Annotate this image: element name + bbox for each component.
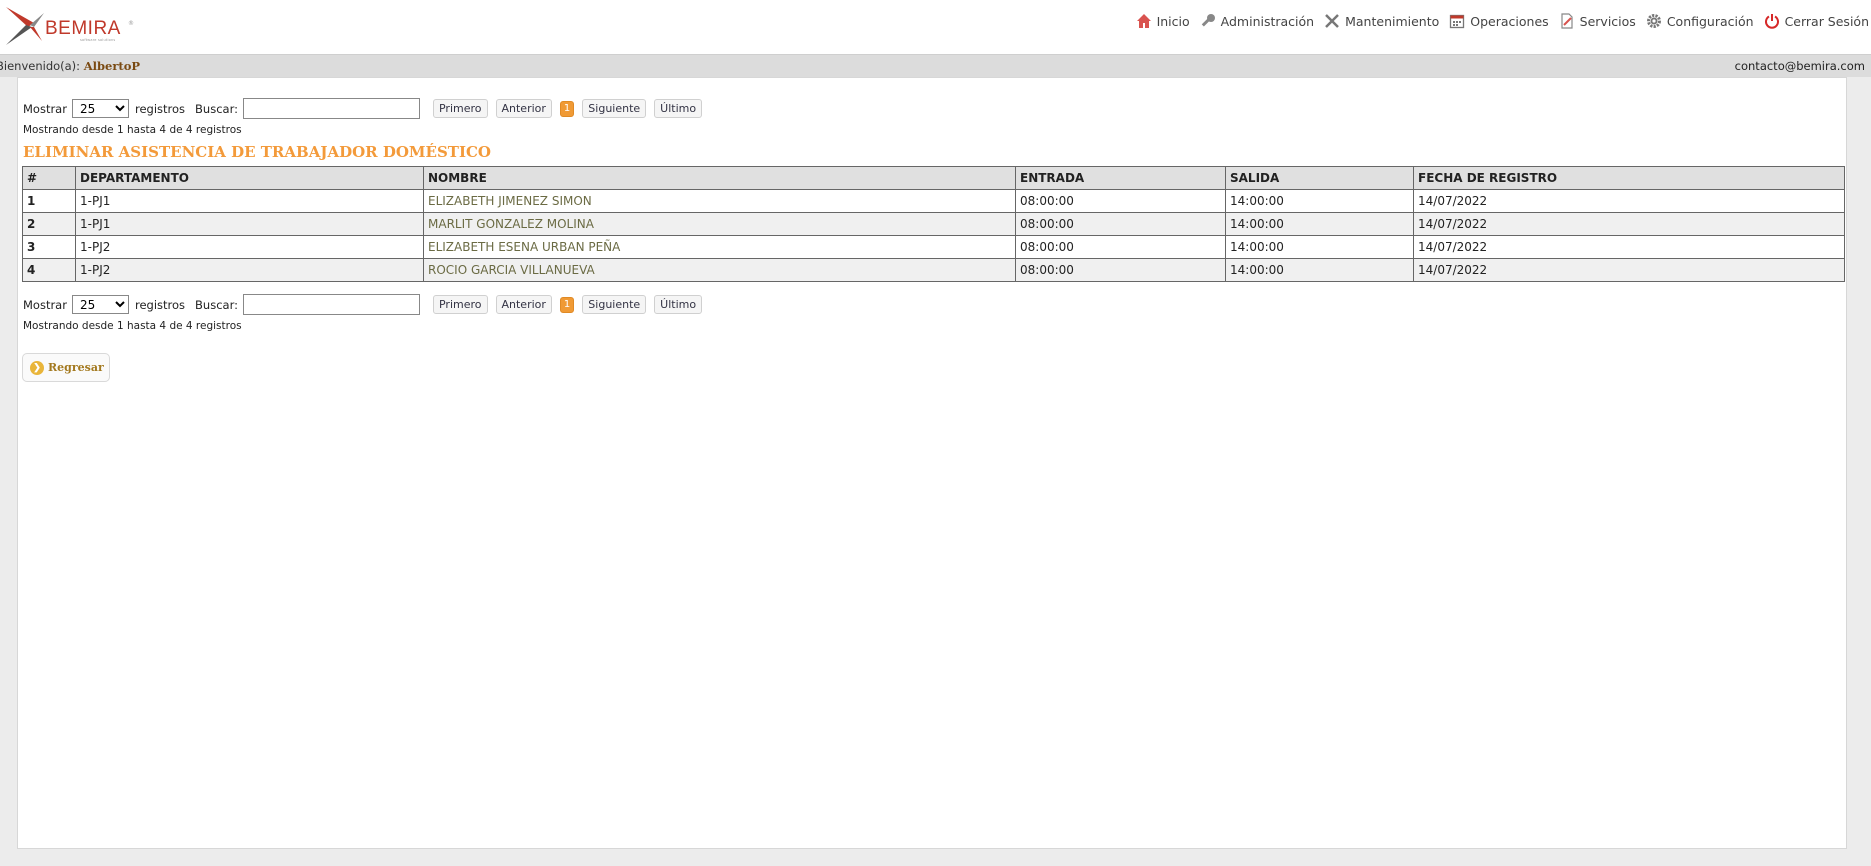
show-label: Mostrar (23, 297, 67, 312)
show-label: Mostrar (23, 101, 67, 116)
prev-page-button[interactable]: Anterior (495, 295, 552, 314)
last-page-button[interactable]: Último (654, 99, 703, 118)
exit-time-cell: 14:00:00 (1225, 189, 1414, 213)
department-cell: 1-PJ1 (75, 189, 424, 213)
nav-label: Operaciones (1470, 13, 1549, 29)
column-header[interactable]: DEPARTAMENTO (75, 166, 424, 190)
worker-name-link[interactable]: ROCIO GARCIA VILLANUEVA (423, 258, 1016, 282)
exit-time-cell: 14:00:00 (1225, 258, 1414, 282)
nav-label: Inicio (1156, 13, 1190, 29)
calendar-icon (1450, 14, 1465, 29)
power-icon (1764, 14, 1779, 29)
column-header[interactable]: FECHA DE REGISTRO (1413, 166, 1845, 190)
welcome-message: Bienvenido(a): AlbertoP (0, 59, 140, 73)
date-cell: 14/07/2022 (1413, 189, 1845, 213)
pagination-top: Primero Anterior 1 Siguiente Último (432, 99, 710, 118)
contact-email: contacto@bemira.com (1734, 59, 1865, 73)
search-input[interactable] (242, 98, 420, 119)
last-page-button[interactable]: Último (654, 295, 703, 314)
date-cell: 14/07/2022 (1413, 258, 1845, 282)
first-page-button[interactable]: Primero (432, 99, 488, 118)
page-title: ELIMINAR ASISTENCIA DE TRABAJADOR DOMÉST… (23, 143, 491, 161)
entry-time-cell: 08:00:00 (1015, 189, 1226, 213)
column-header[interactable]: NOMBRE (423, 166, 1016, 190)
nav-label: Administración (1220, 13, 1315, 29)
column-header[interactable]: SALIDA (1225, 166, 1414, 190)
home-icon (1136, 14, 1151, 28)
arrow-circle-icon: ❯ (30, 360, 44, 375)
nav-inicio[interactable]: Inicio (1136, 13, 1190, 29)
worker-name-link[interactable]: ELIZABETH JIMENEZ SIMON (423, 189, 1016, 213)
entry-time-cell: 08:00:00 (1015, 258, 1226, 282)
logo-registered: ® (128, 20, 134, 27)
main-nav: Inicio Administración Mantenimiento Oper… (1126, 13, 1869, 29)
records-info-top: Mostrando desde 1 hasta 4 de 4 registros (23, 124, 242, 136)
nav-label: Configuración (1666, 13, 1754, 29)
nav-administracion[interactable]: Administración (1200, 13, 1314, 29)
key-icon (1201, 14, 1215, 27)
nav-operaciones[interactable]: Operaciones (1449, 13, 1549, 29)
table-row: 4 1-PJ2 ROCIO GARCIA VILLANUEVA 08:00:00… (22, 258, 1845, 282)
main-panel: Mostrar 25 registros Buscar: Primero Ant… (17, 77, 1847, 849)
logo-tagline: software solutions (80, 38, 116, 42)
table-row: 2 1-PJ1 MARLIT GONZALEZ MOLINA 08:00:00 … (22, 212, 1845, 236)
nav-servicios[interactable]: Servicios (1559, 13, 1636, 29)
nav-configuracion[interactable]: Configuración (1646, 13, 1754, 29)
back-button[interactable]: ❯ Regresar (22, 353, 110, 382)
page-size-select[interactable]: 25 (71, 295, 129, 314)
back-button-label: Regresar (48, 361, 104, 374)
search-label: Buscar: (195, 297, 238, 312)
table-row: 3 1-PJ2 ELIZABETH ESENA URBAN PEÑA 08:00… (22, 235, 1845, 259)
next-page-button[interactable]: Siguiente (582, 295, 647, 314)
welcome-username: AlbertoP (83, 59, 141, 73)
document-icon (1561, 13, 1573, 29)
gear-icon (1646, 14, 1661, 28)
row-number: 1 (22, 189, 76, 213)
entry-time-cell: 08:00:00 (1015, 212, 1226, 236)
nav-label: Servicios (1579, 13, 1636, 29)
current-page-button[interactable]: 1 (559, 100, 575, 117)
worker-name-link[interactable]: ELIZABETH ESENA URBAN PEÑA (423, 235, 1016, 259)
worker-name-link[interactable]: MARLIT GONZALEZ MOLINA (423, 212, 1016, 236)
header: BEMIRA ® software solutions Inicio Admin… (0, 0, 1871, 54)
welcome-bar: Bienvenido(a): AlbertoP contacto@bemira.… (0, 54, 1871, 77)
date-cell: 14/07/2022 (1413, 212, 1845, 236)
exit-time-cell: 14:00:00 (1225, 235, 1414, 259)
column-header[interactable]: # (22, 166, 76, 190)
department-cell: 1-PJ2 (75, 258, 424, 282)
row-number: 4 (22, 258, 76, 282)
prev-page-button[interactable]: Anterior (495, 99, 552, 118)
current-page-button[interactable]: 1 (559, 296, 575, 313)
exit-time-cell: 14:00:00 (1225, 212, 1414, 236)
column-header[interactable]: ENTRADA (1015, 166, 1226, 190)
welcome-prefix: Bienvenido(a): (0, 59, 81, 73)
page-size-select[interactable]: 25 (71, 99, 129, 118)
table-row: 1 1-PJ1 ELIZABETH JIMENEZ SIMON 08:00:00… (22, 189, 1845, 213)
row-number: 3 (22, 235, 76, 259)
department-cell: 1-PJ1 (75, 212, 424, 236)
date-cell: 14/07/2022 (1413, 235, 1845, 259)
records-label: registros (134, 297, 186, 312)
search-input[interactable] (242, 294, 420, 315)
nav-mantenimiento[interactable]: Mantenimiento (1324, 13, 1439, 29)
records-info-bottom: Mostrando desde 1 hasta 4 de 4 registros (23, 320, 242, 332)
attendance-table: # DEPARTAMENTO NOMBRE ENTRADA SALIDA FEC… (22, 166, 1845, 282)
pagination-bottom: Primero Anterior 1 Siguiente Último (432, 295, 710, 314)
logo-wordmark: BEMIRA (45, 18, 121, 39)
nav-cerrar-sesion[interactable]: Cerrar Sesión (1764, 13, 1869, 29)
first-page-button[interactable]: Primero (432, 295, 488, 314)
bemira-logo[interactable]: BEMIRA ® software solutions (4, 5, 139, 47)
records-label: registros (134, 101, 186, 116)
table-controls-top: Mostrar 25 registros Buscar: Primero Ant… (23, 98, 710, 119)
table-header-row: # DEPARTAMENTO NOMBRE ENTRADA SALIDA FEC… (22, 166, 1845, 190)
nav-label: Cerrar Sesión (1784, 13, 1869, 29)
tools-icon (1325, 14, 1339, 28)
nav-label: Mantenimiento (1345, 13, 1440, 29)
search-label: Buscar: (195, 101, 238, 116)
department-cell: 1-PJ2 (75, 235, 424, 259)
next-page-button[interactable]: Siguiente (582, 99, 647, 118)
entry-time-cell: 08:00:00 (1015, 235, 1226, 259)
row-number: 2 (22, 212, 76, 236)
table-controls-bottom: Mostrar 25 registros Buscar: Primero Ant… (23, 294, 710, 315)
